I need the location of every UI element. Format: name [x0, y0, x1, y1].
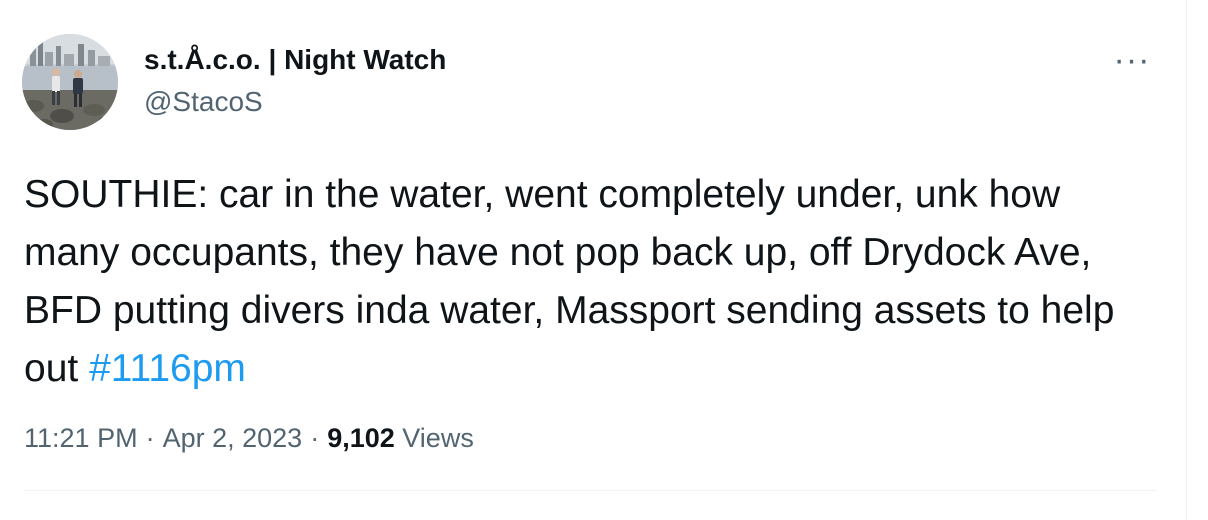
views-link[interactable]: 9,102 Views [327, 423, 474, 453]
tweet-date: Apr 2, 2023 [162, 423, 303, 453]
divider [24, 490, 1156, 491]
tweet-timestamp[interactable]: 11:21 PM · Apr 2, 2023 [24, 423, 302, 453]
author-handle[interactable]: @StacoS [144, 85, 263, 119]
avatar[interactable] [22, 34, 118, 130]
separator-dot: · [310, 423, 320, 453]
more-horizontal-icon: ··· [1113, 41, 1151, 79]
views-label: Views [402, 423, 474, 453]
tweet-metadata: 11:21 PM · Apr 2, 2023 · 9,102 Views [24, 420, 474, 456]
views-count: 9,102 [327, 423, 395, 453]
tweet-text: SOUTHIE: car in the water, went complete… [24, 166, 1164, 398]
column-border [1186, 0, 1187, 520]
separator-dot: · [145, 423, 155, 453]
avatar-photo [22, 34, 118, 130]
author-display-name[interactable]: s.t.Å.c.o. | Night Watch [144, 43, 446, 77]
hashtag-link[interactable]: #1116pm [89, 347, 246, 390]
more-options-button[interactable]: ··· [1112, 41, 1152, 79]
tweet-time: 11:21 PM [24, 423, 138, 453]
